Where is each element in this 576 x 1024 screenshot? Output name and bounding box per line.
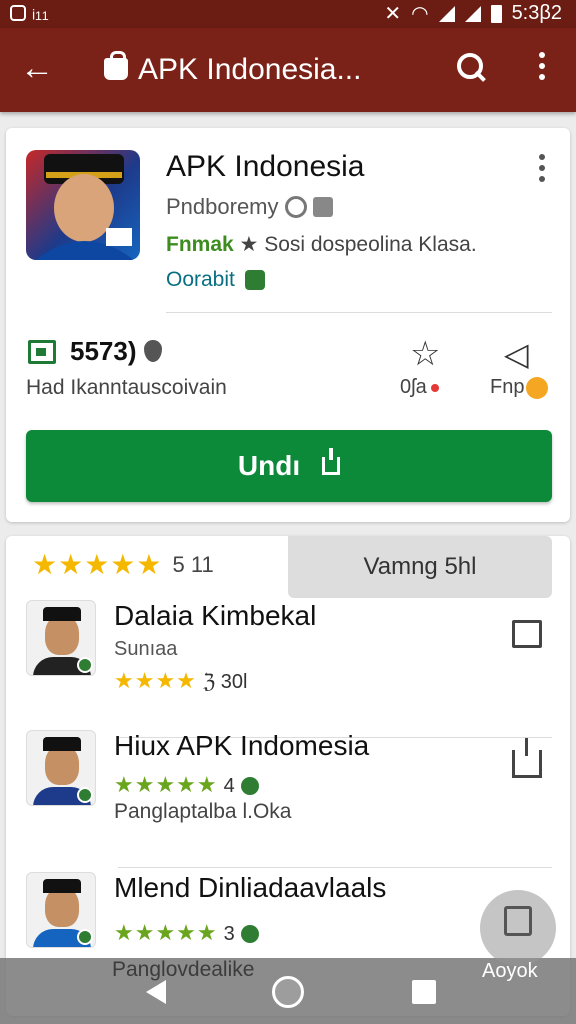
item-title: Mlend Dinliadaavlaals — [114, 872, 387, 903]
verified-badge-icon — [77, 657, 93, 673]
rating-stars: ★★★★★ — [32, 549, 163, 580]
nav-recents-icon[interactable] — [412, 980, 436, 1004]
share-icon[interactable]: ◁ — [504, 334, 529, 374]
check-icon — [240, 925, 259, 944]
nav-home-icon[interactable] — [272, 976, 304, 1008]
item-thumbnail — [26, 872, 96, 948]
downloads-icon — [28, 340, 56, 364]
category-tag[interactable]: Fnmak — [166, 233, 234, 256]
install-label: Undı — [237, 450, 301, 481]
status-right: ✕ ◠ 5:3β2 — [384, 1, 562, 26]
folder-icon[interactable] — [512, 620, 542, 648]
item-rating: ★★★★ ℨ 30l — [114, 668, 248, 693]
edit-icon — [504, 906, 532, 936]
install-button[interactable]: Undı — [26, 430, 552, 502]
share-up-icon[interactable] — [512, 738, 542, 778]
divider — [166, 312, 552, 313]
play-store-bag-icon — [104, 51, 128, 80]
list-item[interactable]: Hiux APK Indomesia ★★★★★ 4 Panglaptalba Ɩ… — [26, 730, 552, 868]
card-more-icon[interactable] — [534, 154, 550, 188]
tab-button[interactable]: Vamng 5hl — [288, 536, 552, 598]
developer-name[interactable]: Pndboremy — [166, 194, 279, 220]
rating-value: 5 11 — [172, 551, 214, 577]
option-row[interactable]: Oorabit — [166, 268, 265, 292]
download-icon — [322, 448, 341, 475]
app-icon-portrait — [36, 154, 134, 260]
verified-icon — [284, 196, 307, 218]
app-icon — [26, 150, 140, 260]
status-bar: ᵢ₁₁ ✕ ◠ 5:3β2 — [0, 0, 576, 28]
search-icon[interactable] — [454, 50, 490, 86]
stat-description: Had Ikanntauscoivain — [26, 376, 227, 399]
wifi-icon: ◠ — [411, 3, 429, 25]
app-bar-title: APK Indonesia... — [138, 53, 362, 86]
app-info-card: APK Indonesia Pndboremy Fnmak ★ Sosi dos… — [6, 128, 570, 522]
app-bar: ← APK Indonesia... — [0, 28, 576, 112]
notification-icon — [10, 4, 26, 21]
item-thumbnail — [26, 730, 96, 806]
item-thumbnail — [26, 600, 96, 676]
developer-row[interactable]: Pndboremy — [166, 194, 333, 220]
signal-icon — [438, 5, 455, 22]
wishlist-label: 0ʃa — [400, 376, 439, 399]
signal-icon-2 — [464, 5, 481, 22]
item-count: 4 — [223, 775, 235, 797]
divider — [118, 867, 552, 868]
item-rating: ★★★★★ 4 — [114, 772, 259, 798]
list-item[interactable]: Dalaia Kimbekal Sunıaa ★★★★ ℨ 30l — [26, 600, 552, 738]
status-time: 5:3β2 — [511, 2, 562, 24]
share-label: Fnp — [490, 376, 549, 399]
category-row: Fnmak ★ Sosi dospeolina Klasa. — [166, 232, 477, 257]
battery-icon — [490, 4, 502, 23]
coin-icon — [526, 376, 549, 399]
item-title: Hiux APK Indomesia — [114, 730, 370, 761]
check-icon — [240, 777, 259, 796]
item-description: Panglaptalba Ɩ.Oka — [114, 800, 292, 823]
more-options-icon[interactable] — [532, 52, 552, 86]
verified-badge-icon — [77, 929, 93, 945]
info-icon — [312, 197, 333, 217]
floating-action-button[interactable] — [480, 890, 556, 966]
item-title: Dalaia Kimbekal — [114, 600, 317, 631]
item-count: ℨ 30l — [202, 671, 248, 693]
nav-back-icon[interactable] — [146, 980, 166, 1004]
back-arrow-icon[interactable]: ← — [20, 50, 56, 86]
item-subtitle: Sunıaa — [114, 638, 178, 660]
item-rating: ★★★★★ 3 — [114, 920, 259, 946]
alert-dot-icon — [430, 383, 439, 392]
status-left: ᵢ₁₁ — [10, 1, 49, 24]
item-description: Panglovdealike — [112, 958, 255, 981]
verified-badge-icon — [77, 787, 93, 803]
status-left-text: ᵢ₁₁ — [32, 1, 49, 23]
option-label[interactable]: Oorabit — [166, 268, 235, 292]
lock-icon — [244, 270, 265, 290]
wishlist-star-icon[interactable]: ☆ — [410, 334, 440, 374]
badge-icon — [144, 340, 162, 362]
category-description: ★ Sosi dospeolina Klasa. — [239, 233, 477, 256]
rating-row: ★★★★★ 5 11 — [32, 548, 214, 581]
stat-value: 5573) — [70, 336, 137, 366]
item-count: 3 — [223, 923, 235, 945]
mute-icon: ✕ — [384, 3, 402, 25]
fab-label: Aoyok — [482, 960, 538, 982]
app-name: APK Indonesia — [166, 150, 365, 183]
